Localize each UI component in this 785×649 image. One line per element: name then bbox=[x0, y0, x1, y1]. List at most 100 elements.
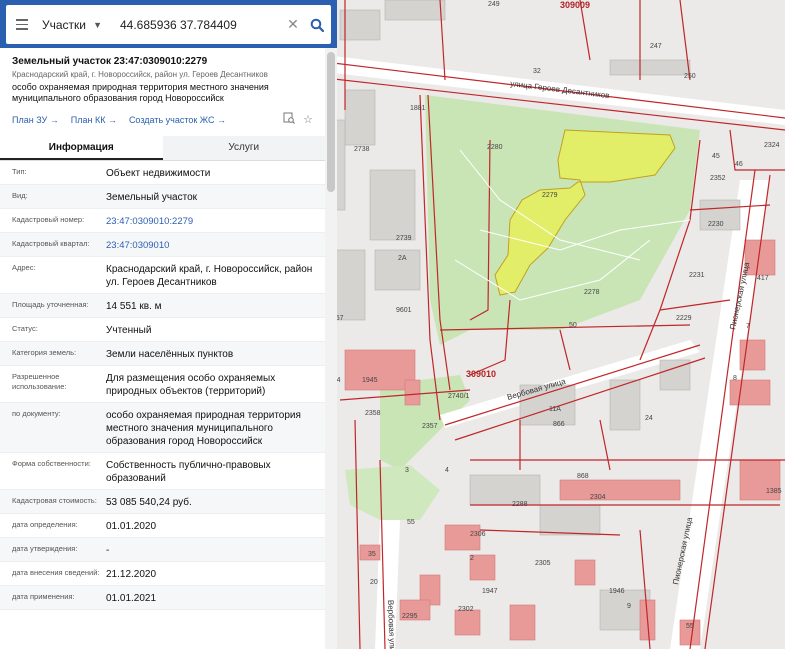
parcel-label: 2229 bbox=[676, 315, 692, 322]
parcel-label: 2278 bbox=[584, 289, 600, 296]
menu-icon[interactable] bbox=[6, 5, 38, 44]
attribute-row: дата определения: 01.01.2020 bbox=[0, 514, 325, 538]
attribute-row: Кадастровая стоимость: 53 085 540,24 руб. bbox=[0, 490, 325, 514]
parcel-label: 2306 bbox=[470, 531, 486, 538]
parcel-label: 249 bbox=[488, 1, 500, 8]
attribute-value: 14 551 кв. м bbox=[106, 301, 162, 312]
attribute-value-link[interactable]: 23:47:0309010:2279 bbox=[106, 209, 325, 232]
parcel-label: 2A bbox=[398, 255, 407, 262]
tab-info[interactable]: Информация bbox=[0, 136, 163, 160]
parcel-label: 1947 bbox=[482, 588, 498, 595]
parcel-label: 24 bbox=[645, 415, 653, 422]
parcel-label: 1946 bbox=[609, 588, 625, 595]
attribute-row: Категория земель: Земли населённых пункто… bbox=[0, 342, 325, 366]
attribute-value: 01.01.2021 bbox=[106, 593, 157, 604]
parcel-label: 11A bbox=[549, 406, 561, 413]
page-title: Земельный участок 23:47:0309010:2279 bbox=[12, 56, 208, 67]
parcel-label: 1385 bbox=[766, 488, 782, 495]
parcel-label: 2279 bbox=[542, 192, 558, 199]
search-box: Участки ▼ ✕ bbox=[6, 5, 331, 44]
quarter-label-309009: 309009 bbox=[560, 0, 590, 10]
attribute-value: 21.12.2020 bbox=[106, 569, 157, 580]
parcel-label: 417 bbox=[757, 275, 769, 282]
plan-kk-link[interactable]: План КК → bbox=[71, 115, 117, 125]
parcel-label: 4 bbox=[445, 467, 449, 474]
attribute-value: Для размещения особо охраняемых природны… bbox=[106, 373, 276, 397]
attribute-row: Разрешенное использование: Для размещения… bbox=[0, 366, 325, 403]
layer-select[interactable]: Участки ▼ bbox=[38, 18, 108, 32]
attribute-key: Площадь уточненная: bbox=[12, 300, 89, 309]
attribute-table: Тип: Объект недвижимости Вид: Земельный уча… bbox=[0, 161, 325, 610]
attribute-row: дата внесения сведений: 21.12.2020 bbox=[0, 562, 325, 586]
attribute-key: Кадастровый квартал: bbox=[12, 239, 90, 248]
parcel-label: 247 bbox=[650, 43, 662, 50]
attribute-row: Статус: Учтенный bbox=[0, 318, 325, 342]
star-icon[interactable]: ☆ bbox=[303, 113, 313, 126]
parcel-label: 2 bbox=[470, 555, 474, 562]
scrollbar[interactable] bbox=[325, 48, 337, 649]
parcel-label: 1881 bbox=[410, 105, 426, 112]
layer-select-value: Участки bbox=[42, 17, 86, 32]
parcel-label: 2358 bbox=[365, 410, 381, 417]
parcel-label: 9601 bbox=[396, 307, 412, 314]
clear-icon[interactable]: ✕ bbox=[283, 16, 303, 33]
attribute-row: Площадь уточненная: 14 551 кв. м bbox=[0, 294, 325, 318]
attribute-key: Статус: bbox=[12, 324, 38, 333]
parcel-label: 2357 bbox=[422, 423, 438, 430]
info-panel: Земельный участок 23:47:0309010:2279 Кра… bbox=[0, 48, 325, 649]
attribute-row: Тип: Объект недвижимости bbox=[0, 161, 325, 185]
parcel-label: 32 bbox=[533, 68, 541, 75]
attribute-row: Форма собственности: Собственность публич… bbox=[0, 453, 325, 490]
parcel-label: 2740/1 bbox=[448, 393, 470, 400]
map-search-icon[interactable] bbox=[283, 112, 296, 127]
attribute-value: 53 085 540,24 руб. bbox=[106, 497, 192, 508]
attribute-row: Кадастровый номер: 23:47:0309010:2279 bbox=[0, 209, 325, 233]
parcel-label: 2302 bbox=[458, 606, 474, 613]
parcel-address: Краснодарский край, г. Новороссийск, рай… bbox=[12, 70, 268, 79]
action-links: План ЗУ → План КК → Создать участок ЖС →… bbox=[0, 104, 325, 128]
parcel-label: 9 bbox=[627, 603, 631, 610]
parcel-label: 2231 bbox=[689, 272, 705, 279]
parcel-label: 868 bbox=[577, 473, 589, 480]
attribute-key: Вид: bbox=[12, 191, 28, 200]
street-label-verbovaya-2: Вербовая улица bbox=[386, 600, 397, 649]
attribute-row: Кадастровый квартал: 23:47:0309010 bbox=[0, 233, 325, 257]
tabs: Информация Услуги bbox=[0, 136, 325, 161]
attribute-value: - bbox=[106, 545, 110, 556]
parcel-label: 2352 bbox=[710, 175, 726, 182]
search-button[interactable] bbox=[303, 5, 331, 44]
attribute-value: 01.01.2020 bbox=[106, 521, 157, 532]
parcel-label: 55 bbox=[686, 623, 694, 630]
attribute-value: Земли населённых пунктов bbox=[106, 349, 234, 360]
parcel-label: 35 bbox=[368, 551, 376, 558]
parcel-label: 2288 bbox=[512, 501, 528, 508]
attribute-key: Разрешенное использование: bbox=[12, 372, 67, 391]
attribute-key: по документу: bbox=[12, 409, 61, 418]
parcel-label: 2280 bbox=[487, 144, 503, 151]
attribute-value-link[interactable]: 23:47:0309010 bbox=[106, 233, 325, 256]
attribute-row: дата утверждения: - bbox=[0, 538, 325, 562]
parcel-label: 45 bbox=[712, 153, 720, 160]
attribute-key: дата определения: bbox=[12, 520, 78, 529]
tab-services[interactable]: Услуги bbox=[162, 136, 325, 160]
parcel-label: 250 bbox=[684, 73, 696, 80]
parcel-label: 2295 bbox=[402, 613, 418, 620]
search-input[interactable] bbox=[108, 9, 283, 40]
attribute-row: дата применения: 01.01.2021 bbox=[0, 586, 325, 610]
parcel-label: 50 bbox=[569, 322, 577, 329]
plan-zu-link[interactable]: План ЗУ → bbox=[12, 115, 59, 125]
attribute-key: Кадастровый номер: bbox=[12, 215, 85, 224]
parcel-label: 866 bbox=[553, 421, 565, 428]
parcel-label: 7 bbox=[746, 323, 750, 330]
attribute-value: Объект недвижимости bbox=[106, 168, 211, 179]
scrollbar-thumb[interactable] bbox=[327, 52, 335, 192]
attribute-key: дата применения: bbox=[12, 592, 75, 601]
search-bar: Участки ▼ ✕ bbox=[0, 0, 337, 48]
parcel-description: особо охраняемая природная территория ме… bbox=[12, 82, 269, 103]
attribute-key: Категория земель: bbox=[12, 348, 77, 357]
create-parcel-link[interactable]: Создать участок ЖС → bbox=[129, 115, 226, 125]
parcel-label: 3 bbox=[405, 467, 409, 474]
attribute-row: Адрес: Краснодарский край, г. Новороссийс… bbox=[0, 257, 325, 294]
parcel-label: 55 bbox=[407, 519, 415, 526]
attribute-key: Форма собственности: bbox=[12, 459, 91, 468]
